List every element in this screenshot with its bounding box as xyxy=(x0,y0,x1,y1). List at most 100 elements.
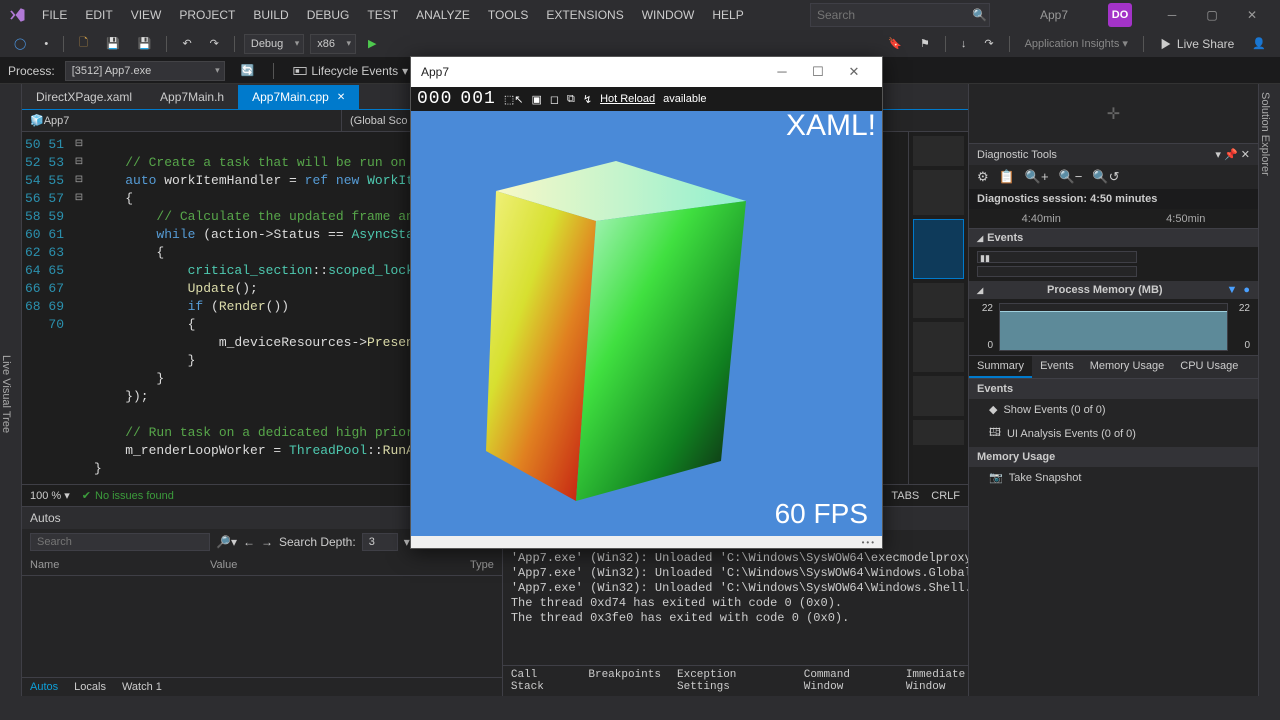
open-file-button[interactable]: 🗋 xyxy=(73,31,94,56)
menu-analyze[interactable]: ANALYZE xyxy=(408,2,478,28)
diag-timeline[interactable]: 4:40min4:50min xyxy=(969,209,1258,229)
pin-icon[interactable]: 📌 xyxy=(1224,149,1238,161)
save-button[interactable]: 💾 xyxy=(100,34,126,53)
track-focus-icon[interactable]: ◻ xyxy=(550,93,559,106)
save-all-button[interactable]: 💾 xyxy=(132,34,158,53)
running-app-window[interactable]: App7 ─ ☐ ✕ 000 001 ⬚↖ ▣ ◻ ⧉ ↯ Hot Reload… xyxy=(410,56,883,549)
maximize-button[interactable]: ▢ xyxy=(1192,0,1232,30)
solution-explorer-tab[interactable]: Solution Explorer xyxy=(1259,92,1271,696)
minimize-button[interactable]: ─ xyxy=(1152,0,1192,30)
reset-zoom-icon[interactable]: 🔍↺ xyxy=(1092,169,1119,185)
process-combo[interactable]: [3512] App7.exe xyxy=(65,61,225,81)
menu-test[interactable]: TEST xyxy=(359,2,406,28)
config-combo[interactable]: Debug xyxy=(244,34,304,54)
tab-close-icon[interactable]: ✕ xyxy=(337,92,345,103)
select-element-icon[interactable]: ⬚↖ xyxy=(504,93,524,106)
tab-exception-settings[interactable]: Exception Settings xyxy=(669,666,796,696)
diag-tab-memory[interactable]: Memory Usage xyxy=(1082,356,1173,378)
step-into-icon[interactable]: ↓ xyxy=(955,35,973,53)
autos-nav-right[interactable]: → xyxy=(261,535,273,549)
ui-events-row[interactable]: 🖽UI Analysis Events (0 of 0) xyxy=(969,420,1258,447)
menu-view[interactable]: VIEW xyxy=(123,2,170,28)
tab-breakpoints[interactable]: Breakpoints xyxy=(580,666,669,696)
minimap[interactable] xyxy=(908,132,968,484)
menu-tools[interactable]: TOOLS xyxy=(480,2,536,28)
live-share-button[interactable]: Live Share xyxy=(1153,35,1240,53)
zoom-out-icon[interactable]: 🔍− xyxy=(1059,169,1083,185)
events-section-header[interactable]: Events xyxy=(969,229,1258,247)
record-icon[interactable]: ● xyxy=(1243,284,1250,296)
lifecycle-events-button[interactable]: Lifecycle Events ▾ xyxy=(287,62,414,80)
indent-mode[interactable]: TABS xyxy=(891,490,919,502)
tab-autos[interactable]: Autos xyxy=(22,678,66,696)
col-name[interactable]: Name xyxy=(30,559,210,571)
col-value[interactable]: Value xyxy=(210,559,470,571)
gear-icon[interactable]: ⚙ xyxy=(977,169,989,185)
menu-window[interactable]: WINDOW xyxy=(634,2,703,28)
autos-search-icon[interactable]: 🔎▾ xyxy=(216,535,237,549)
tab-locals[interactable]: Locals xyxy=(66,678,114,696)
autos-more-icon[interactable]: ▾ xyxy=(404,535,410,549)
user-avatar[interactable]: DO xyxy=(1108,3,1132,27)
list-icon[interactable]: 📋 xyxy=(999,169,1015,185)
menu-extensions[interactable]: EXTENSIONS xyxy=(538,2,631,28)
menu-edit[interactable]: EDIT xyxy=(77,2,120,28)
diag-tab-summary[interactable]: Summary xyxy=(969,356,1032,378)
app-close-button[interactable]: ✕ xyxy=(836,64,872,80)
tab-command-window[interactable]: Command Window xyxy=(796,666,898,696)
panel-close-icon[interactable]: ✕ xyxy=(1241,149,1250,161)
filter-icon[interactable]: ▼ xyxy=(1226,284,1237,296)
tab-callstack[interactable]: Call Stack xyxy=(503,666,581,696)
bookmark-icon[interactable]: 🔖 xyxy=(882,34,908,53)
toolbar-icon[interactable]: ⧉ xyxy=(567,93,575,106)
app-maximize-button[interactable]: ☐ xyxy=(800,64,836,80)
toolbar-icon[interactable]: ↯ xyxy=(583,93,592,106)
tab-directxpage[interactable]: DirectXPage.xaml xyxy=(22,85,146,109)
flag-icon[interactable]: ⚑ xyxy=(914,34,936,53)
depth-input[interactable] xyxy=(362,533,398,551)
nav-back-button[interactable]: ◯ xyxy=(8,34,32,53)
menu-debug[interactable]: DEBUG xyxy=(299,2,358,28)
step-over-icon[interactable]: ↷ xyxy=(978,34,999,53)
diag-tab-events[interactable]: Events xyxy=(1032,356,1082,378)
global-search-input[interactable] xyxy=(817,8,972,22)
show-events-row[interactable]: ◆Show Events (0 of 0) xyxy=(969,399,1258,420)
take-snapshot-row[interactable]: 📷Take Snapshot xyxy=(969,467,1258,488)
issues-indicator[interactable]: ✔ No issues found xyxy=(82,489,174,502)
menu-help[interactable]: HELP xyxy=(704,2,751,28)
line-ending[interactable]: CRLF xyxy=(931,490,960,502)
nav-fwd-button[interactable]: • xyxy=(38,35,54,53)
continue-button[interactable]: ▶ xyxy=(362,34,382,53)
autos-nav-left[interactable]: ← xyxy=(243,535,255,549)
add-icon[interactable]: ✛ xyxy=(1107,104,1120,124)
menu-build[interactable]: BUILD xyxy=(245,2,296,28)
memory-section-header[interactable]: Process Memory (MB) ▼● xyxy=(969,281,1258,299)
app-insights-button[interactable]: Application Insights ▾ xyxy=(1019,34,1134,53)
display-layout-icon[interactable]: ▣ xyxy=(531,93,541,106)
redo-button[interactable]: ↷ xyxy=(204,34,225,53)
fold-gutter[interactable]: ⊟ ⊟ ⊟ ⊟ xyxy=(72,132,86,484)
app-minimize-button[interactable]: ─ xyxy=(764,64,800,80)
platform-combo[interactable]: x86 xyxy=(310,34,356,54)
left-tool-strip[interactable]: Live Visual Tree xyxy=(0,84,22,696)
global-search[interactable]: 🔍 xyxy=(810,3,990,27)
col-type[interactable]: Type xyxy=(470,559,494,571)
tab-watch1[interactable]: Watch 1 xyxy=(114,678,170,696)
menu-file[interactable]: FILE xyxy=(34,2,75,28)
diag-tab-cpu[interactable]: CPU Usage xyxy=(1172,356,1246,378)
cycle-icon[interactable]: 🔄 xyxy=(235,61,261,80)
hot-reload-link[interactable]: Hot Reload xyxy=(600,93,655,105)
zoom-level[interactable]: 100 % ▾ xyxy=(30,489,70,502)
feedback-icon[interactable]: 👤 xyxy=(1246,34,1272,53)
scope-combo[interactable]: (Global Sco xyxy=(342,110,416,131)
app-titlebar[interactable]: App7 ─ ☐ ✕ xyxy=(411,57,882,87)
undo-button[interactable]: ↶ xyxy=(176,34,197,53)
tab-app7main-cpp[interactable]: App7Main.cpp✕ xyxy=(238,85,359,109)
dropdown-icon[interactable]: ▾ xyxy=(1215,149,1221,161)
project-scope-combo[interactable]: 🧊 App7 xyxy=(22,110,342,131)
menu-project[interactable]: PROJECT xyxy=(171,2,243,28)
close-button[interactable]: ✕ xyxy=(1232,0,1272,30)
tab-app7main-h[interactable]: App7Main.h xyxy=(146,85,238,109)
autos-search-input[interactable] xyxy=(30,533,210,551)
zoom-in-icon[interactable]: 🔍+ xyxy=(1025,169,1049,185)
